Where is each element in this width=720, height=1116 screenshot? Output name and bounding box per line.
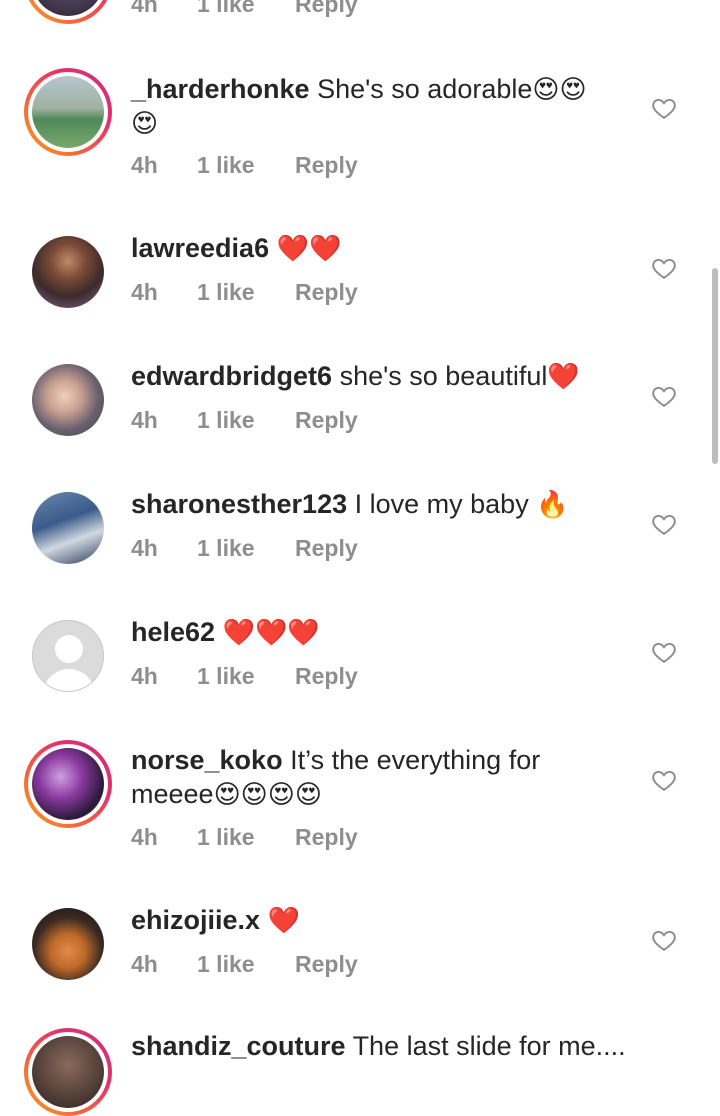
comment-text: ehizojiie.x ❤️ xyxy=(131,903,611,937)
emoji: ❤️ xyxy=(267,905,300,935)
emoji: 😍 xyxy=(131,108,159,138)
comment-body: she's so beautiful xyxy=(339,361,548,391)
timestamp: 4h xyxy=(131,152,158,178)
like-count[interactable]: 1 like xyxy=(197,824,295,851)
avatar[interactable] xyxy=(28,360,108,440)
reply-button[interactable]: Reply xyxy=(295,535,358,562)
heart-outline-icon[interactable] xyxy=(651,95,677,121)
comment-body-continued: meeee xyxy=(131,779,214,809)
heart-outline-icon[interactable] xyxy=(651,383,677,409)
avatar[interactable] xyxy=(28,616,108,696)
comment-text: shandiz_couture The last slide for me...… xyxy=(131,1029,691,1063)
comment-meta: 4h 1 like Reply xyxy=(131,407,358,434)
reply-button[interactable]: Reply xyxy=(295,663,358,690)
username[interactable]: _harderhonke xyxy=(131,74,310,104)
reply-button[interactable]: Reply xyxy=(295,0,358,18)
scrollbar[interactable] xyxy=(712,268,718,464)
username[interactable]: sharonesther123 xyxy=(131,489,347,519)
comment-meta: 4h 1 like Reply xyxy=(131,279,358,306)
username[interactable]: ehizojiie.x xyxy=(131,905,260,935)
reply-button[interactable]: Reply xyxy=(295,951,358,978)
like-count[interactable]: 1 like xyxy=(197,0,295,18)
comment-body: She's so adorable xyxy=(317,74,533,104)
avatar[interactable] xyxy=(24,0,112,24)
reply-button[interactable]: Reply xyxy=(295,279,358,306)
comment-text: edwardbridget6 she's so beautiful❤️ xyxy=(131,359,611,393)
timestamp: 4h xyxy=(131,824,158,850)
comment-meta: 4h 1 like Reply xyxy=(131,152,358,179)
reply-button[interactable]: Reply xyxy=(295,824,358,851)
avatar[interactable] xyxy=(24,740,112,828)
comment-meta: 4h 1 like Reply xyxy=(131,824,358,851)
like-count[interactable]: 1 like xyxy=(197,407,295,434)
heart-outline-icon[interactable] xyxy=(651,639,677,665)
like-count[interactable]: 1 like xyxy=(197,663,295,690)
avatar[interactable] xyxy=(24,1028,112,1116)
comment-text: _harderhonke She's so adorable😍😍 😍 xyxy=(131,72,611,140)
like-count[interactable]: 1 like xyxy=(197,535,295,562)
avatar[interactable] xyxy=(28,232,108,312)
emoji: 😍😍😍😍 xyxy=(213,779,322,809)
like-count[interactable]: 1 like xyxy=(197,279,295,306)
username[interactable]: shandiz_couture xyxy=(131,1031,346,1061)
avatar[interactable] xyxy=(28,904,108,984)
emoji: ❤️ xyxy=(547,361,580,391)
comment-meta: 4h 1 like Reply xyxy=(131,0,358,18)
comment-body: The last slide for me.... xyxy=(352,1031,626,1061)
reply-button[interactable]: Reply xyxy=(295,407,358,434)
emoji: 🔥 xyxy=(536,489,569,519)
username[interactable]: norse_koko xyxy=(131,745,283,775)
heart-outline-icon[interactable] xyxy=(651,767,677,793)
comment-meta: 4h 1 like Reply xyxy=(131,535,358,562)
comment-text: hele62 ❤️❤️❤️ xyxy=(131,615,611,649)
heart-outline-icon[interactable] xyxy=(651,511,677,537)
like-count[interactable]: 1 like xyxy=(197,152,295,179)
heart-outline-icon[interactable] xyxy=(651,255,677,281)
comment-body: It’s the everything for xyxy=(290,745,541,775)
comment-text: lawreedia6 ❤️❤️ xyxy=(131,231,611,265)
comment-text: norse_koko It’s the everything for meeee… xyxy=(131,743,611,811)
comment-meta: 4h 1 like Reply xyxy=(131,663,358,690)
avatar[interactable] xyxy=(28,488,108,568)
reply-button[interactable]: Reply xyxy=(295,152,358,179)
like-count[interactable]: 1 like xyxy=(197,951,295,978)
timestamp: 4h xyxy=(131,407,158,433)
timestamp: 4h xyxy=(131,663,158,689)
emoji: ❤️❤️❤️ xyxy=(222,617,320,647)
comment-body: I love my baby xyxy=(354,489,537,519)
timestamp: 4h xyxy=(131,951,158,977)
avatar[interactable] xyxy=(24,68,112,156)
emoji: 😍😍 xyxy=(532,74,587,104)
comment-meta: 4h 1 like Reply xyxy=(131,951,358,978)
timestamp: 4h xyxy=(131,279,158,305)
username[interactable]: lawreedia6 xyxy=(131,233,269,263)
username[interactable]: edwardbridget6 xyxy=(131,361,332,391)
timestamp: 4h xyxy=(131,0,158,17)
timestamp: 4h xyxy=(131,535,158,561)
emoji: ❤️❤️ xyxy=(276,233,342,263)
heart-outline-icon[interactable] xyxy=(651,927,677,953)
username[interactable]: hele62 xyxy=(131,617,215,647)
comment-text: sharonesther123 I love my baby 🔥 xyxy=(131,487,611,521)
